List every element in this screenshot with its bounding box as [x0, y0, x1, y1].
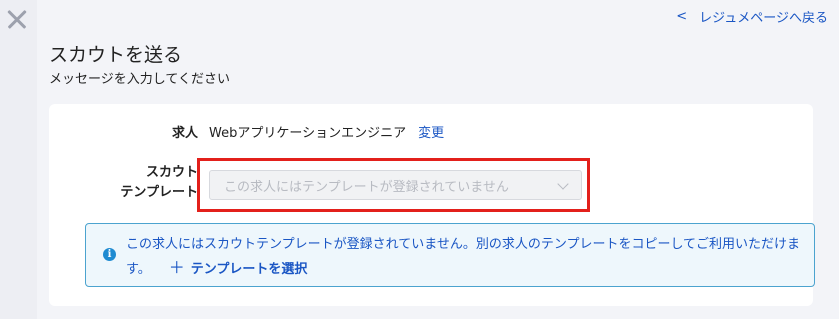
- back-to-resume-link[interactable]: < レジュメページへ戻る: [676, 7, 828, 26]
- select-template-button[interactable]: ＋ テンプレートを選択: [169, 258, 308, 277]
- job-value-row: Webアプリケーションエンジニア 変更: [209, 124, 444, 144]
- template-label-line1: スカウト: [145, 165, 198, 180]
- chevron-down-icon: [557, 178, 569, 190]
- template-select-placeholder: この求人にはテンプレートが登録されていません: [224, 179, 509, 195]
- info-message-box: i この求人にはスカウトテンプレートが登録されていません。別の求人のテンプレート…: [85, 223, 815, 287]
- scout-form-card: 求人 Webアプリケーションエンジニア 変更 スカウト テンプレート この求人には…: [49, 104, 815, 306]
- page-title: スカウトを送る: [49, 44, 183, 66]
- plus-icon: ＋: [168, 258, 185, 277]
- select-template-label: テンプレートを選択: [190, 262, 308, 277]
- template-select[interactable]: この求人にはテンプレートが登録されていません: [209, 170, 582, 200]
- info-message: この求人にはスカウトテンプレートが登録されていません。別の求人のテンプレートをコ…: [126, 233, 811, 281]
- job-value: Webアプリケーションエンジニア: [209, 126, 407, 141]
- change-job-link[interactable]: 変更: [418, 126, 444, 141]
- close-icon[interactable]: [4, 6, 30, 32]
- template-label: スカウト テンプレート: [108, 163, 198, 203]
- page-subtitle: メッセージを入力してください: [49, 72, 230, 87]
- main-panel: < レジュメページへ戻る スカウトを送る メッセージを入力してください 求人 W…: [37, 0, 839, 319]
- left-rail: [0, 0, 37, 319]
- info-icon: i: [103, 248, 116, 261]
- job-label: 求人: [171, 126, 198, 141]
- back-link-label: レジュメページへ戻る: [699, 11, 828, 26]
- template-label-line2: テンプレート: [120, 185, 198, 200]
- chevron-left-icon: <: [676, 9, 688, 24]
